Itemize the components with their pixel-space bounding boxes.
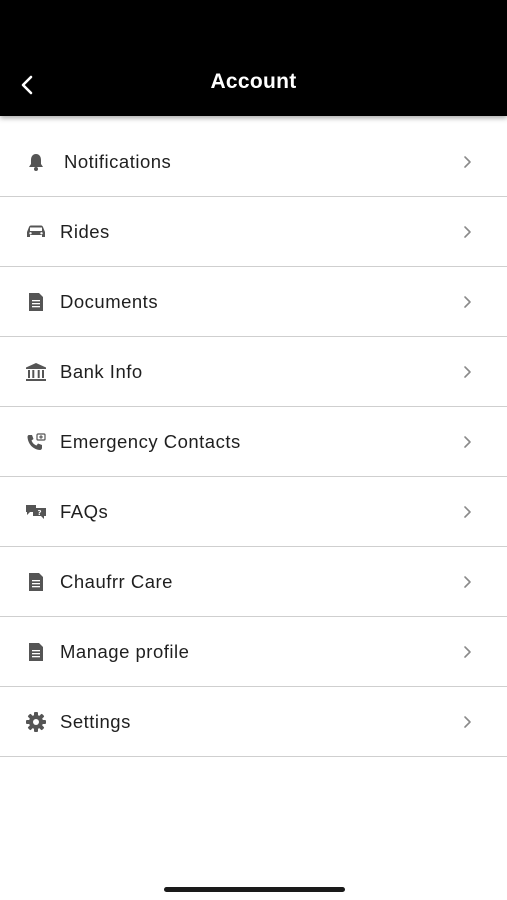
account-menu: Notifications Rides Documents Bank Info: [0, 127, 507, 757]
menu-item-label: Bank Info: [60, 361, 143, 382]
document-icon: [24, 571, 48, 593]
menu-item-settings[interactable]: Settings: [0, 687, 507, 757]
faq-chat-icon: ?: [24, 501, 48, 523]
chevron-right-icon: [462, 295, 474, 309]
document-icon: [24, 641, 48, 663]
bank-icon: [24, 361, 48, 383]
chevron-right-icon: [462, 435, 474, 449]
gear-icon: [24, 711, 48, 733]
menu-item-label: Manage profile: [60, 641, 190, 662]
menu-item-chaufrr-care[interactable]: Chaufrr Care: [0, 547, 507, 617]
menu-item-label: Settings: [60, 711, 131, 732]
chevron-right-icon: [462, 365, 474, 379]
chevron-right-icon: [462, 505, 474, 519]
chevron-right-icon: [462, 575, 474, 589]
home-indicator[interactable]: [164, 887, 345, 892]
bell-icon: [24, 151, 48, 173]
menu-item-documents[interactable]: Documents: [0, 267, 507, 337]
menu-item-faqs[interactable]: ? FAQs: [0, 477, 507, 547]
menu-item-label: Chaufrr Care: [60, 571, 173, 592]
menu-item-emergency-contacts[interactable]: Emergency Contacts: [0, 407, 507, 477]
chevron-right-icon: [462, 225, 474, 239]
page-title: Account: [210, 70, 297, 93]
menu-item-rides[interactable]: Rides: [0, 197, 507, 267]
app-header: Account: [0, 0, 507, 116]
emergency-phone-icon: [24, 431, 48, 453]
menu-item-label: Rides: [60, 221, 110, 242]
menu-item-label: Emergency Contacts: [60, 431, 241, 452]
document-icon: [24, 291, 48, 313]
menu-item-notifications[interactable]: Notifications: [0, 127, 507, 197]
menu-item-manage-profile[interactable]: Manage profile: [0, 617, 507, 687]
chevron-right-icon: [462, 155, 474, 169]
car-icon: [24, 221, 48, 243]
chevron-right-icon: [462, 715, 474, 729]
menu-item-label: FAQs: [60, 501, 109, 522]
menu-item-bank-info[interactable]: Bank Info: [0, 337, 507, 407]
svg-text:?: ?: [37, 509, 41, 517]
chevron-right-icon: [462, 645, 474, 659]
menu-item-label: Documents: [60, 291, 159, 312]
menu-item-label: Notifications: [64, 151, 172, 172]
